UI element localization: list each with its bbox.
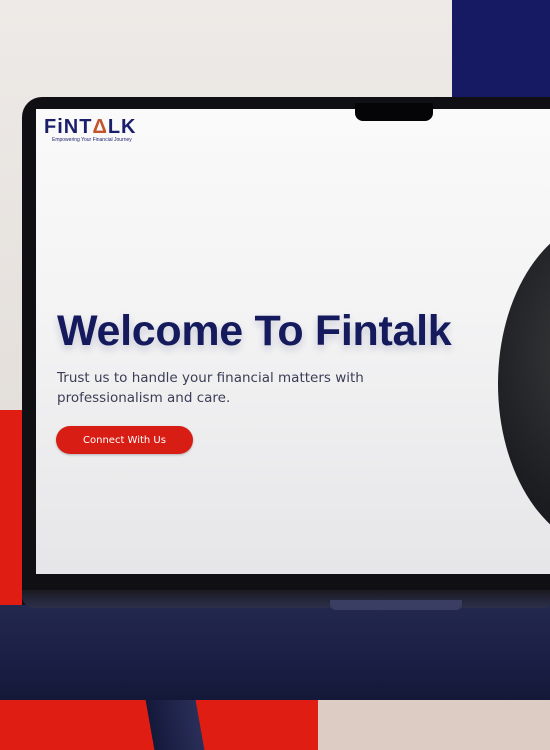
laptop-bottom-edge <box>22 590 550 608</box>
logo-tagline: Empowering Your Financial Journey <box>52 137 132 143</box>
laptop-hinge-notch <box>330 600 462 610</box>
hero-portrait-image <box>498 219 550 549</box>
laptop-screen: FiNTΔLK Empowering Your Financial Journe… <box>36 109 550 574</box>
logo-wordmark: FiNTΔLK <box>44 116 137 138</box>
camera-notch <box>355 103 433 121</box>
laptop-stand <box>145 700 205 750</box>
hero-title: Welcome To Fintalk <box>57 307 452 355</box>
logo-triangle-icon: Δ <box>92 116 108 138</box>
fintalk-logo[interactable]: FiNTΔLK Empowering Your Financial Journe… <box>44 116 136 143</box>
background-beige-block <box>318 700 550 750</box>
connect-with-us-button[interactable]: Connect With Us <box>56 426 193 454</box>
hero-subtitle: Trust us to handle your financial matter… <box>57 370 364 406</box>
laptop-keyboard-base <box>0 605 550 700</box>
